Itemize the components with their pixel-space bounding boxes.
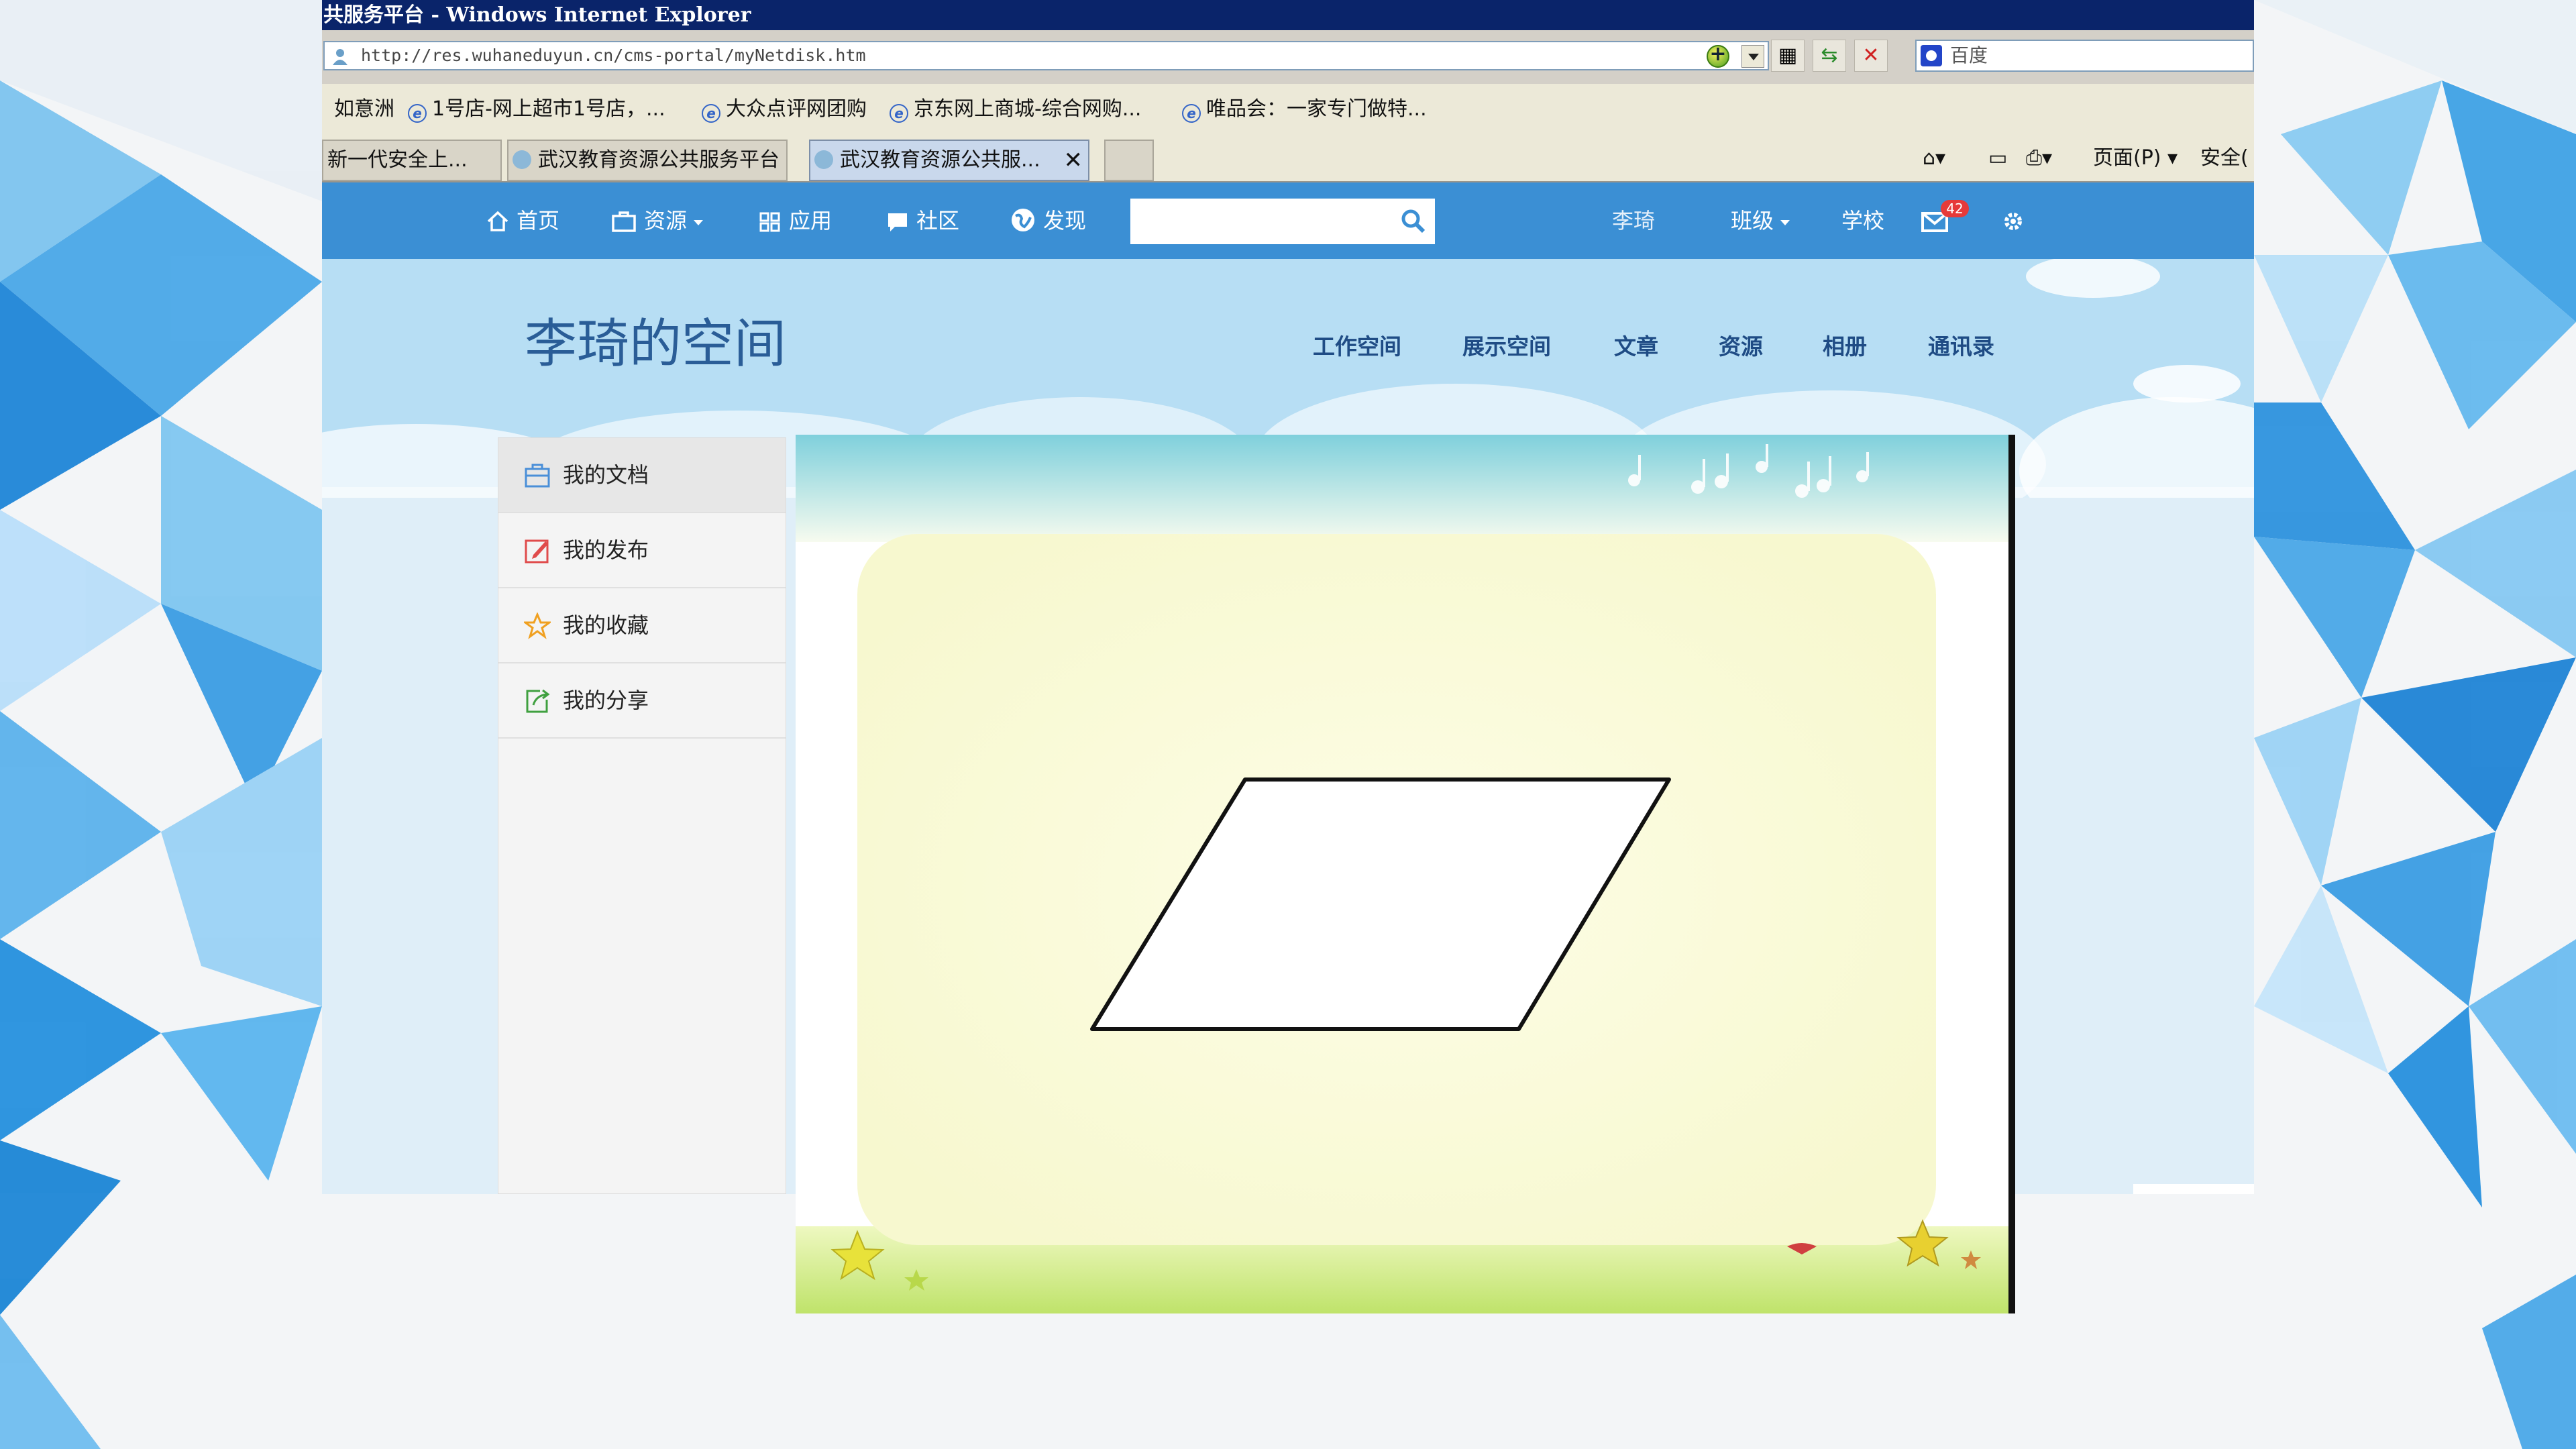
tab-album[interactable]: 相册 (1823, 329, 1867, 361)
ie-page-icon: e (408, 104, 427, 123)
nav-class-label: 班级 (1731, 208, 1774, 233)
tab-strip: 新一代安全上... 武汉教育资源公共服务平台 武汉教育资源公共服... ✕ ⌂▾ … (322, 134, 2254, 182)
nav-school[interactable]: 学校 (1841, 182, 1884, 259)
tab-label: 武汉教育资源公共服... (840, 148, 1040, 172)
nav-class[interactable]: 班级 (1731, 182, 1790, 259)
chat-icon (888, 213, 907, 231)
window-title: 共服务平台 - Windows Internet Explorer (322, 0, 2254, 30)
tab-label: 新一代安全上... (327, 148, 468, 172)
tab-label: 武汉教育资源公共服务平台 (538, 148, 780, 172)
page-menu-label: 页面(P) (2093, 146, 2161, 170)
favorites-bar: 如意洲 e 1号店-网上超市1号店，... e 大众点评网团购 e 京东网上商城-综合… (322, 84, 2254, 134)
search-icon[interactable] (1400, 208, 1427, 235)
print-icon[interactable]: ⎙▾ (2026, 144, 2052, 173)
nav-resources[interactable]: 资源 (610, 182, 704, 259)
globe-icon (1012, 209, 1034, 231)
home-icon[interactable]: ⌂▾ (1923, 144, 1945, 173)
page-icon (333, 49, 347, 65)
safety-menu[interactable]: 安全( (2200, 144, 2249, 173)
sidebar-item-label: 我的发布 (563, 537, 649, 563)
chevron-down-icon (1780, 220, 1790, 225)
edit-icon (525, 539, 549, 564)
tab-contacts[interactable]: 通讯录 (1928, 329, 1994, 361)
nav-community[interactable]: 社区 (885, 182, 959, 259)
sidebar-item-favorites[interactable]: 我的收藏 (498, 588, 786, 663)
ie-page-icon: e (1182, 104, 1201, 123)
search-engine-label: 百度 (1950, 44, 1988, 66)
briefcase-icon (525, 464, 550, 488)
new-tab-button[interactable] (1104, 140, 1154, 181)
ie-page-icon: e (890, 104, 908, 123)
sidebar-item-label: 我的收藏 (563, 612, 649, 638)
site-top-nav: 首页 资源 应用 社区 发现 李琦 班级 学校 42 (322, 182, 2254, 259)
ie-page-icon: e (702, 104, 720, 123)
tab-showcase[interactable]: 展示空间 (1462, 329, 1551, 361)
favorite-label: 京东网上商城-综合网购... (914, 97, 1142, 121)
tab-workspace[interactable]: 工作空间 (1313, 329, 1401, 361)
refresh-icon[interactable]: ⇆ (1813, 40, 1846, 72)
site-search-input[interactable] (1130, 199, 1385, 244)
page-edge-artifact (2133, 1184, 2254, 1194)
go-icon[interactable] (1707, 42, 1729, 68)
browser-search-box[interactable]: 百度 (1915, 40, 2254, 72)
nav-apps-label: 应用 (789, 208, 833, 233)
site-search-field[interactable] (1130, 199, 1435, 244)
favorite-label: 大众点评网团购 (726, 97, 867, 121)
nav-discover-label: 发现 (1043, 208, 1087, 233)
address-dropdown-icon[interactable] (1741, 45, 1764, 68)
favorite-link[interactable]: e 京东网上商城-综合网购... (890, 84, 1141, 134)
nav-apps[interactable]: 应用 (758, 182, 832, 259)
sidebar-item-label: 我的分享 (563, 688, 649, 713)
nav-home-label: 首页 (517, 208, 560, 233)
tab-resources[interactable]: 资源 (1719, 329, 1763, 361)
nav-user[interactable]: 李琦 (1612, 182, 1655, 259)
nav-home[interactable]: 首页 (486, 182, 559, 259)
nav-resources-label: 资源 (644, 208, 688, 233)
mail-button[interactable] (1921, 182, 1955, 259)
browser-tab[interactable]: 新一代安全上... (322, 140, 502, 181)
sidebar-item-shared[interactable]: 我的分享 (498, 663, 786, 739)
sidebar-item-documents[interactable]: 我的文档 (498, 438, 786, 513)
baidu-logo-icon (1921, 45, 1942, 66)
favorite-link[interactable]: e 1号店-网上超市1号店，... (408, 84, 665, 134)
feeds-icon[interactable]: ▭ (1988, 144, 2007, 173)
grid-icon (759, 212, 780, 232)
favorite-label: 唯品会：一家专门做特... (1206, 97, 1427, 121)
sidebar-item-label: 我的文档 (563, 462, 649, 488)
star-icon (524, 612, 551, 639)
settings-button[interactable] (2001, 182, 2032, 259)
chevron-down-icon (694, 220, 704, 225)
page-title: 李琦的空间 (525, 314, 787, 374)
browser-tab-active[interactable]: 武汉教育资源公共服... ✕ (809, 140, 1089, 181)
address-toolbar: http://res.wuhaneduyun.cn/cms-portal/myN… (322, 30, 2254, 84)
page-icon (814, 150, 833, 169)
sidebar: 我的文档 我的发布 我的收藏 我的分享 (498, 437, 786, 1194)
nav-community-label: 社区 (916, 208, 960, 233)
mail-count-badge: 42 (1941, 200, 1969, 217)
stop-icon[interactable]: ✕ (1854, 40, 1888, 72)
compat-view-icon[interactable]: ▦ (1771, 40, 1805, 72)
favorite-label: 1号店-网上超市1号店，... (432, 97, 665, 121)
tab-articles[interactable]: 文章 (1614, 329, 1658, 361)
page-menu[interactable]: 页面(P) ▾ (2093, 144, 2178, 173)
browser-tab[interactable]: 武汉教育资源公共服务平台 (507, 140, 788, 181)
gear-icon (2004, 213, 2022, 230)
slide-image (796, 435, 2015, 1313)
favorite-link[interactable]: 如意洲 (334, 84, 394, 134)
address-bar[interactable]: http://res.wuhaneduyun.cn/cms-portal/myN… (323, 41, 1769, 70)
sidebar-item-published[interactable]: 我的发布 (498, 513, 786, 588)
close-tab-icon[interactable]: ✕ (1064, 141, 1083, 180)
page-icon (513, 150, 531, 169)
share-icon (526, 689, 550, 713)
home-icon (487, 211, 508, 231)
favorite-link[interactable]: e 唯品会：一家专门做特... (1182, 84, 1427, 134)
briefcase-icon (612, 211, 636, 232)
url-text[interactable]: http://res.wuhaneduyun.cn/cms-portal/myN… (361, 42, 866, 69)
nav-discover[interactable]: 发现 (1010, 182, 1086, 259)
favorite-link[interactable]: e 大众点评网团购 (702, 84, 867, 134)
